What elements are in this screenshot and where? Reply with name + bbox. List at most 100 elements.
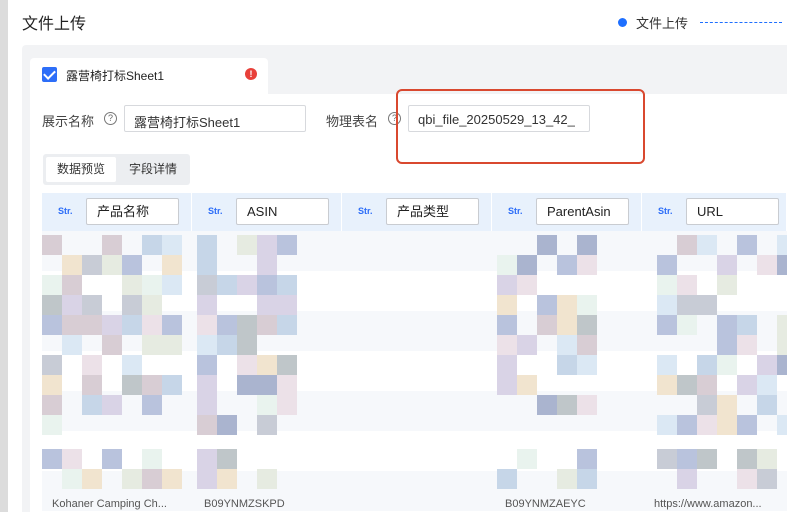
- redacted-cell-block: [657, 415, 677, 435]
- table-cell: Kohaner Camping Ch...: [52, 498, 167, 510]
- exclamation-icon[interactable]: !: [245, 68, 257, 80]
- redacted-cell-block: [142, 315, 162, 335]
- redacted-cell-block: [517, 275, 537, 295]
- redacted-cell-block: [577, 355, 597, 375]
- redacted-cell-block: [197, 415, 217, 435]
- data-preview-grid: [42, 231, 787, 512]
- redacted-cell-block: [497, 375, 517, 395]
- redacted-cell-block: [777, 355, 787, 375]
- redacted-cell-block: [142, 275, 162, 295]
- dialog-title: 文件上传: [22, 16, 87, 33]
- redacted-cell-block: [122, 275, 142, 295]
- redacted-cell-block: [517, 255, 537, 275]
- redacted-cell-block: [237, 275, 257, 295]
- column-name-input[interactable]: 产品类型: [386, 198, 479, 225]
- tab-preview[interactable]: 数据预览: [46, 157, 116, 182]
- redacted-cell-block: [42, 375, 62, 395]
- redacted-cell-block: [557, 335, 577, 355]
- redacted-cell-block: [277, 315, 297, 335]
- redacted-cell-block: [577, 295, 597, 315]
- redacted-cell-block: [217, 275, 237, 295]
- redacted-cell-block: [657, 375, 677, 395]
- redacted-cell-block: [717, 355, 737, 375]
- redacted-cell-block: [497, 295, 517, 315]
- redacted-cell-block: [162, 335, 182, 355]
- redacted-cell-block: [737, 235, 757, 255]
- redacted-cell-block: [217, 449, 237, 469]
- redacted-cell-block: [277, 275, 297, 295]
- redacted-cell-block: [197, 275, 217, 295]
- tab-fields[interactable]: 字段详情: [119, 157, 187, 182]
- column-name-input[interactable]: 产品名称: [86, 198, 179, 225]
- redacted-cell-block: [697, 295, 717, 315]
- sheet-checkbox[interactable]: [42, 67, 57, 82]
- column-name-input[interactable]: ASIN: [236, 198, 329, 225]
- display-name-input[interactable]: 露营椅打标Sheet1: [124, 105, 306, 132]
- redacted-cell-block: [757, 255, 777, 275]
- redacted-cell-block: [577, 255, 597, 275]
- redacted-cell-block: [162, 375, 182, 395]
- redacted-cell-block: [737, 415, 757, 435]
- redacted-cell-block: [197, 235, 217, 255]
- redacted-cell-block: [697, 449, 717, 469]
- redacted-cell-block: [217, 335, 237, 355]
- redacted-cell-block: [42, 295, 62, 315]
- string-type-tag: Str.: [208, 206, 223, 216]
- redacted-cell-block: [257, 295, 277, 315]
- redacted-cell-block: [277, 235, 297, 255]
- redacted-cell-block: [42, 355, 62, 375]
- redacted-cell-block: [577, 449, 597, 469]
- redacted-cell-block: [257, 415, 277, 435]
- redacted-cell-block: [62, 295, 82, 315]
- redacted-cell-block: [537, 395, 557, 415]
- redacted-cell-block: [677, 449, 697, 469]
- redacted-cell-block: [677, 275, 697, 295]
- redacted-cell-block: [217, 315, 237, 335]
- redacted-cell-block: [577, 235, 597, 255]
- redacted-cell-block: [62, 469, 82, 489]
- redacted-cell-block: [257, 469, 277, 489]
- upload-dialog: 文件上传 文件上传 露营椅打标Sheet1 ! 展示名称 ? 露营椅打标Shee…: [0, 0, 787, 512]
- redacted-cell-block: [102, 449, 122, 469]
- redacted-cell-block: [657, 315, 677, 335]
- redacted-cell-block: [197, 449, 217, 469]
- redacted-cell-block: [82, 295, 102, 315]
- view-tabs: 数据预览 字段详情: [43, 154, 190, 185]
- table-cell: https://www.amazon...: [654, 498, 762, 510]
- redacted-cell-block: [577, 469, 597, 489]
- redacted-cell-block: [237, 315, 257, 335]
- redacted-cell-block: [162, 255, 182, 275]
- redacted-cell-block: [537, 315, 557, 335]
- sheet-tab-label: 露营椅打标Sheet1: [66, 69, 165, 83]
- redacted-cell-block: [257, 355, 277, 375]
- redacted-cell-block: [142, 335, 162, 355]
- redacted-cell-block: [737, 449, 757, 469]
- redacted-cell-block: [717, 415, 737, 435]
- redacted-cell-block: [517, 335, 537, 355]
- redacted-cell-block: [777, 335, 787, 355]
- redacted-cell-block: [237, 235, 257, 255]
- redacted-cell-block: [777, 415, 787, 435]
- redacted-cell-block: [257, 235, 277, 255]
- highlight-box: [396, 89, 645, 164]
- redacted-cell-block: [257, 375, 277, 395]
- table-cell: B09YNMZAEYC: [505, 498, 586, 510]
- redacted-cell-block: [197, 395, 217, 415]
- help-icon[interactable]: ?: [104, 112, 117, 125]
- redacted-cell-block: [142, 469, 162, 489]
- redacted-cell-block: [577, 395, 597, 415]
- backdrop-edge: [0, 0, 8, 512]
- redacted-cell-block: [62, 315, 82, 335]
- redacted-cell-block: [557, 315, 577, 335]
- redacted-cell-block: [42, 315, 62, 335]
- redacted-cell-block: [82, 315, 102, 335]
- column-name-input[interactable]: ParentAsin: [536, 198, 629, 225]
- redacted-cell-block: [517, 375, 537, 395]
- step-indicator: 文件上传: [618, 13, 783, 32]
- redacted-cell-block: [677, 469, 697, 489]
- column-name-input[interactable]: URL: [686, 198, 779, 225]
- redacted-cell-block: [277, 375, 297, 395]
- redacted-cell-block: [777, 255, 787, 275]
- redacted-cell-block: [237, 335, 257, 355]
- redacted-cell-block: [717, 255, 737, 275]
